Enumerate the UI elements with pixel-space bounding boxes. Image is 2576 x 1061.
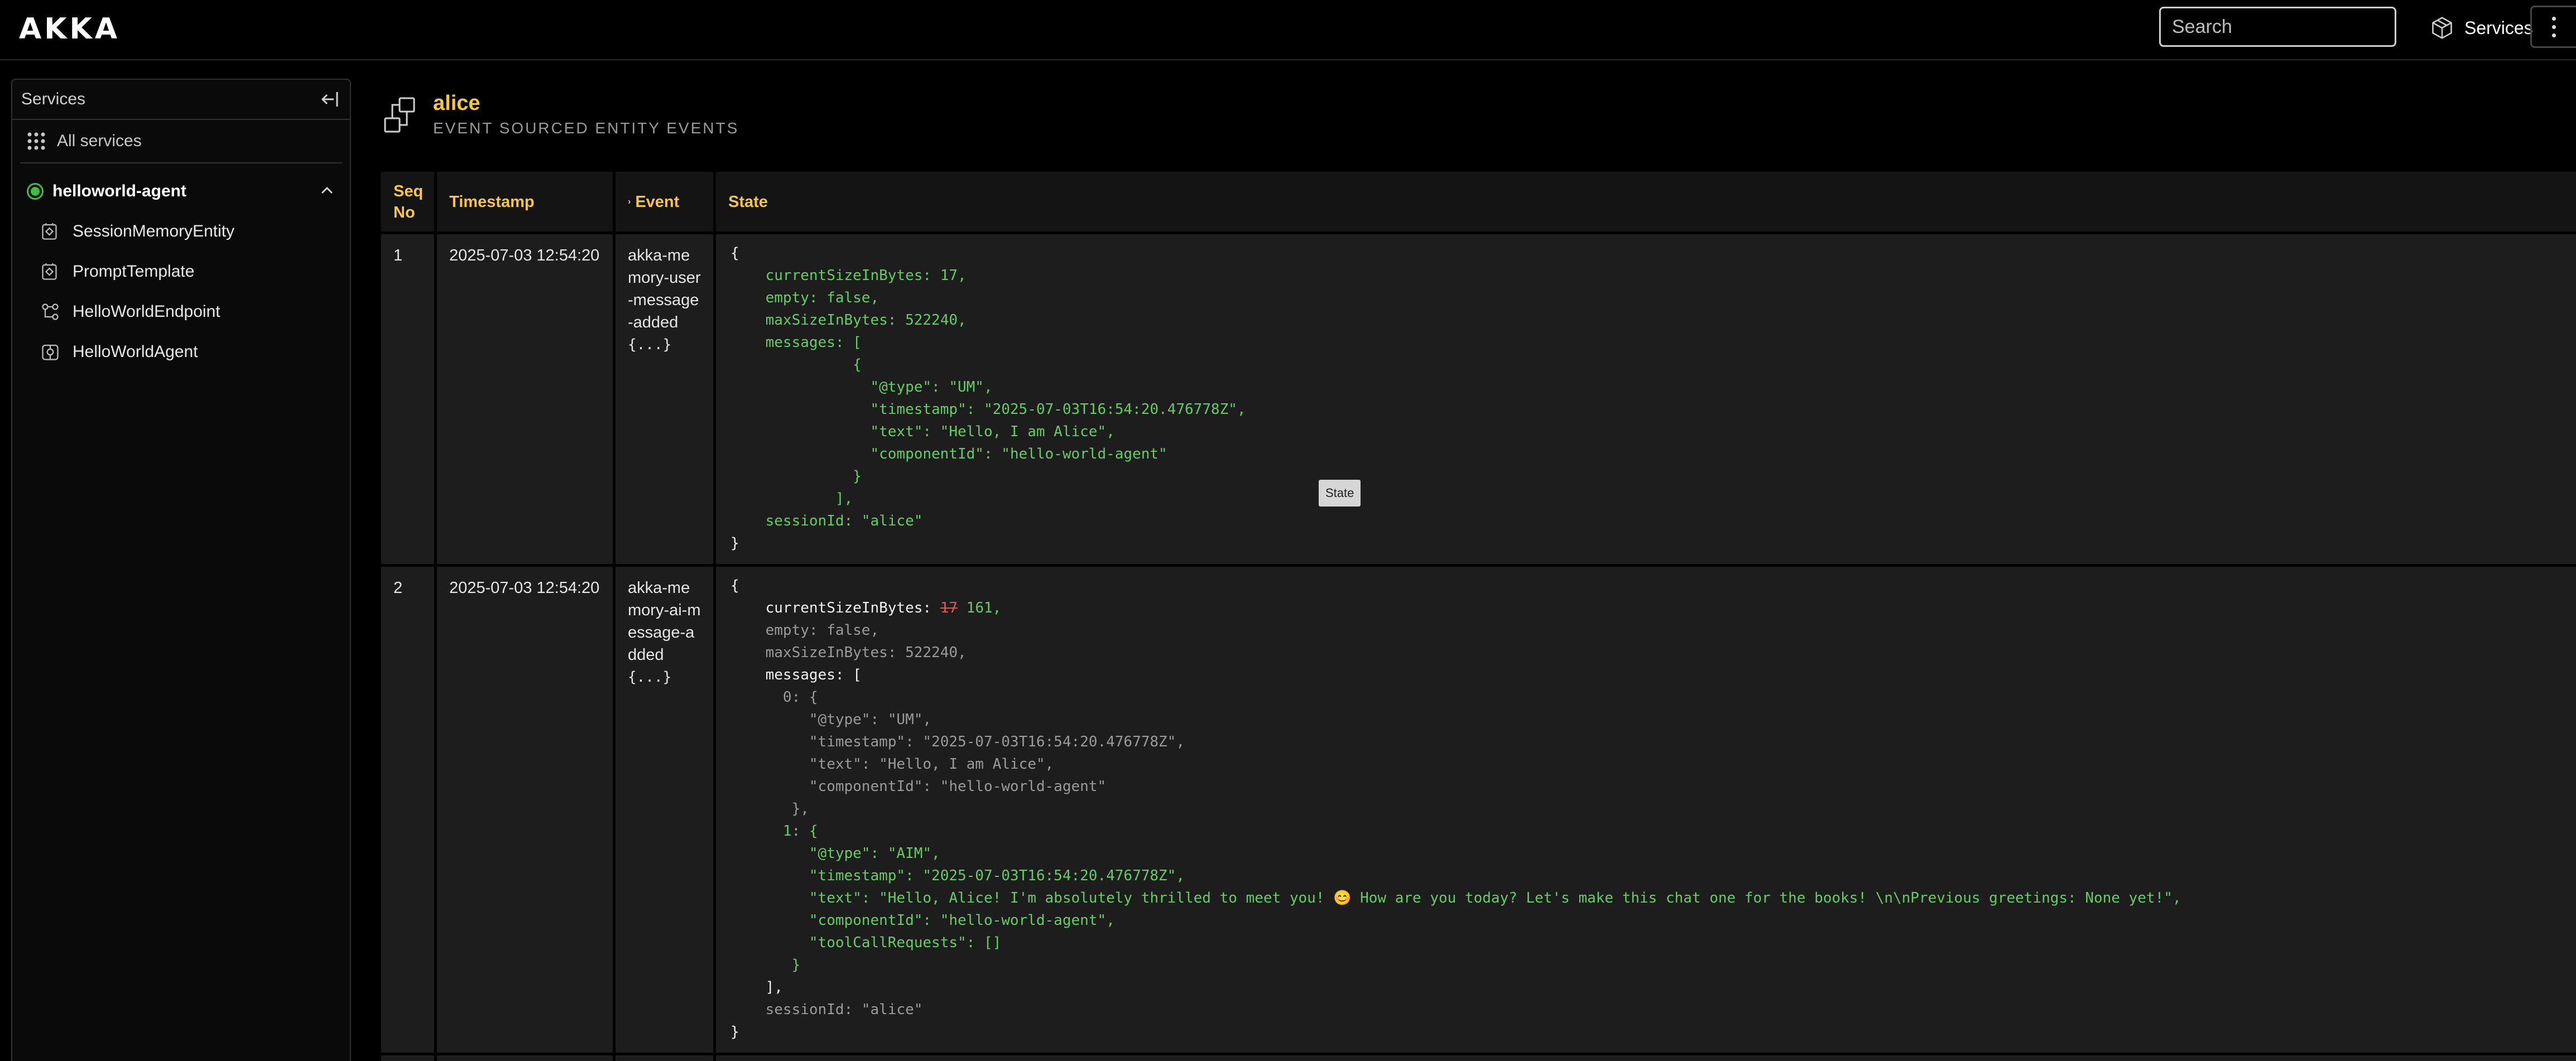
event-header-label: Event [635,192,680,211]
services-link[interactable]: Services [2430,15,2533,41]
state-cell: { currentSizeInBytes: 17 161, empty: fal… [713,564,2576,1055]
entity-icon [42,223,57,240]
services-label: Services [2464,17,2533,38]
akka-logo[interactable]: AKKA [19,12,120,46]
table-row[interactable] [378,1053,2576,1061]
column-header-state[interactable]: State [713,169,2576,234]
sidebar-item-all-services[interactable]: All services [20,120,342,163]
service-name: helloworld-agent [52,182,186,200]
sidebar-item-label: HelloWorldEndpoint [73,302,220,321]
chevron-up-icon [321,186,333,194]
entity-icon [42,263,57,280]
column-header-seq-no[interactable]: Seq No [378,169,437,234]
sidebar-item-label: SessionMemoryEntity [73,222,235,240]
event-cell: akka-memory-ai-message-added {...} [613,564,716,1055]
event-expand-toggle[interactable]: {...} [628,334,701,356]
event-name: akka-memory-ai-message-added [628,579,701,664]
sidebar-item-prompt-template[interactable]: PromptTemplate [12,252,350,292]
kebab-icon [2552,15,2556,40]
timestamp-cell: 2025-07-03 12:54:20 [434,232,616,567]
status-running-icon [27,183,44,200]
search-input[interactable] [2159,7,2396,47]
entity-title: alice [433,91,480,115]
column-header-event[interactable]: › Event [613,169,716,234]
sidebar-service-helloworld-agent[interactable]: helloworld-agent [12,171,350,211]
collapse-sidebar-button[interactable] [319,88,341,110]
column-header-timestamp[interactable]: Timestamp [434,169,616,234]
sidebar-title: Services [21,90,86,108]
event-name: akka-memory-user-message-added [628,247,701,331]
seq-cell [378,1053,437,1061]
table-header-row: Seq No Timestamp › Event State [378,169,2576,234]
grid-icon [27,132,45,150]
state-cell [713,1053,2576,1061]
state-tooltip: State [1319,480,1361,507]
timestamp-cell: 2025-07-03 12:54:20 [434,564,616,1055]
timestamp-cell [434,1053,616,1061]
seq-cell: 1 [378,232,437,567]
sidebar-header: Services [12,80,350,120]
sidebar-item-hello-world-endpoint[interactable]: HelloWorldEndpoint [12,292,350,332]
all-services-label: All services [57,132,142,150]
entity-subtitle: EVENT SOURCED ENTITY EVENTS [433,119,739,137]
sidebar-item-label: HelloWorldAgent [73,343,198,361]
more-menu-button[interactable] [2530,6,2576,48]
events-table-container[interactable]: Seq No Timestamp › Event State 1 2025-07-… [378,169,2576,1061]
sidebar-item-hello-world-agent[interactable]: HelloWorldAgent [12,332,350,372]
sidebar-item-label: PromptTemplate [73,262,195,281]
cube-icon [2432,17,2452,39]
entity-header: alice EVENT SOURCED ENTITY EVENTS [383,89,739,145]
agent-icon [42,344,59,360]
sidebar: Services All services helloworld-agent S… [11,79,351,1061]
event-expand-toggle[interactable]: {...} [628,666,701,688]
seq-cell: 2 [378,564,437,1055]
caret-right-icon: › [628,196,631,206]
sidebar-item-session-memory-entity[interactable]: SessionMemoryEntity [12,211,350,252]
collapse-left-icon [321,92,338,107]
linked-boxes-icon [384,97,415,133]
top-bar: AKKA Services [0,0,2576,60]
table-row[interactable]: 1 2025-07-03 12:54:20 akka-memory-user-m… [378,232,2576,567]
event-cell: akka-memory-user-message-added {...} [613,232,716,567]
table-row[interactable]: 2 2025-07-03 12:54:20 akka-memory-ai-mes… [378,564,2576,1055]
endpoint-icon [42,303,59,320]
state-cell: { currentSizeInBytes: 17, empty: false, … [713,232,2576,567]
events-table: Seq No Timestamp › Event State 1 2025-07-… [378,169,2576,1061]
event-cell [613,1053,716,1061]
